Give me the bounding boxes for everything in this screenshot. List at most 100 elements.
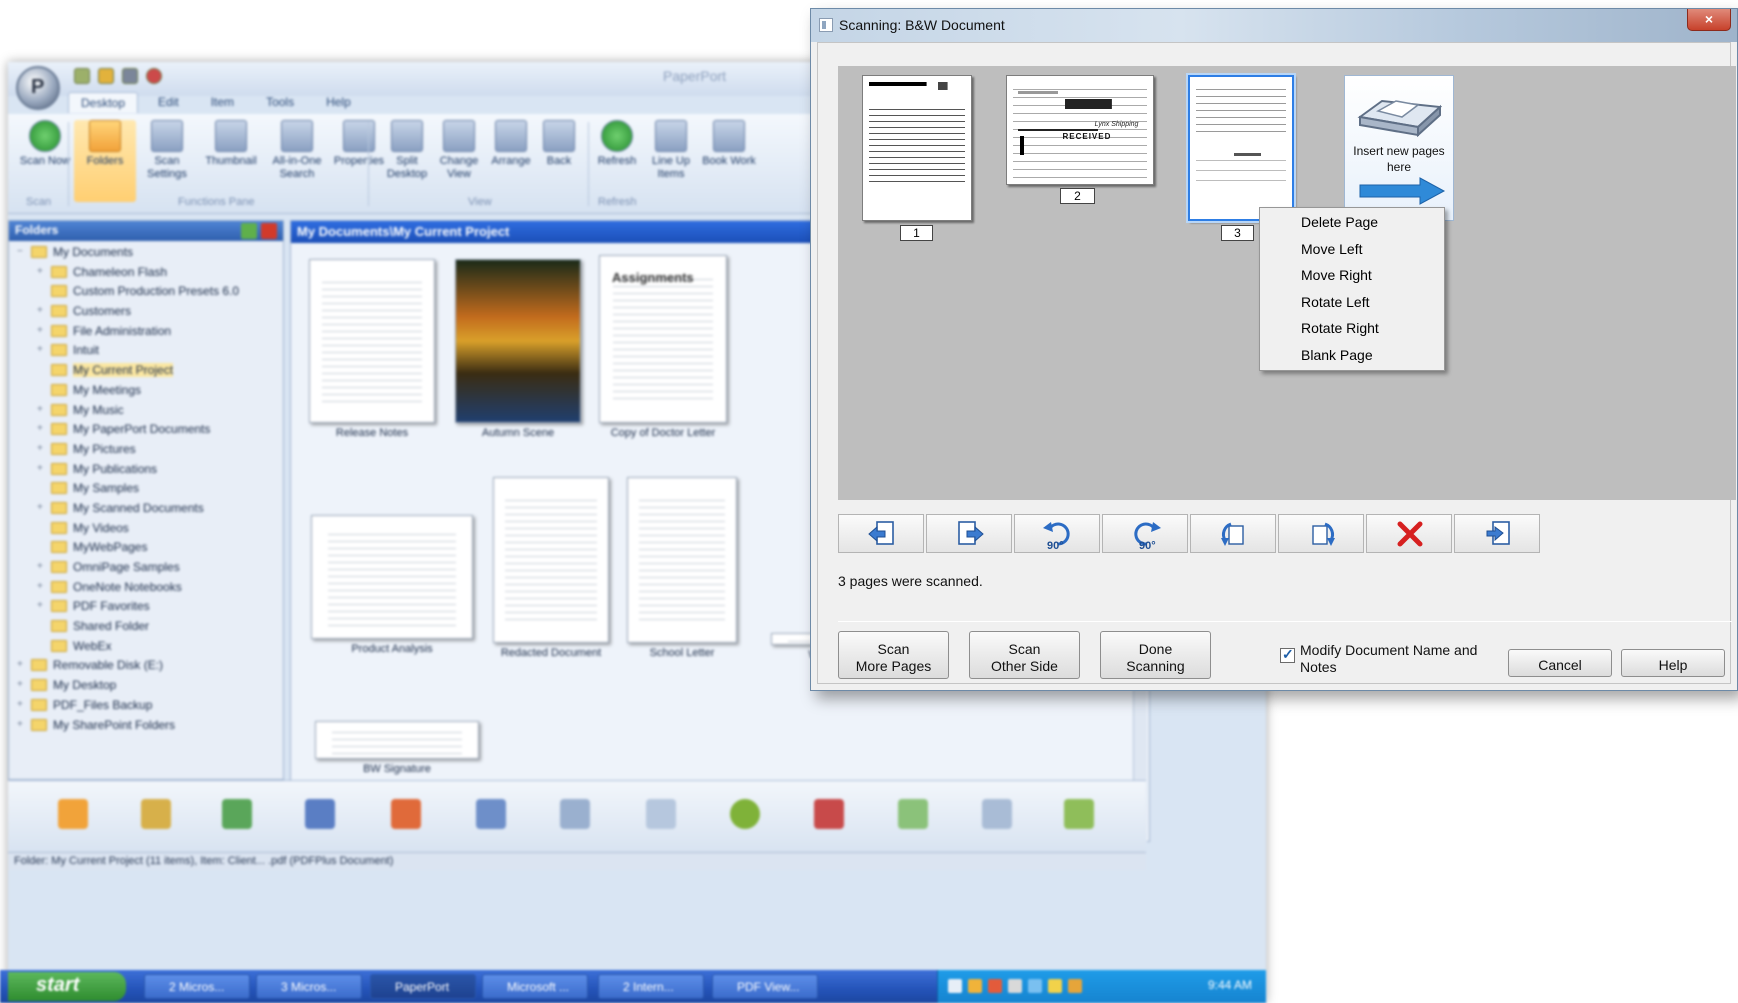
insert-new-pages-target[interactable]: Insert new pages here [1344, 75, 1454, 221]
expand-icon[interactable]: + [37, 561, 43, 572]
green-app-icon[interactable] [730, 799, 760, 829]
folder-tree-item[interactable]: + PDF Favorites [9, 597, 283, 617]
folder-icon[interactable] [98, 68, 114, 84]
expand-icon[interactable]: + [17, 679, 23, 690]
thumbnail-caption[interactable]: Copy of Doctor Letter [579, 427, 747, 439]
expand-icon[interactable]: + [37, 600, 43, 611]
folder-tree-item[interactable]: + OmniPage Samples [9, 558, 283, 578]
excel-icon[interactable] [222, 799, 252, 829]
ribbon-tab-tools[interactable]: Tools [254, 92, 306, 113]
folder-tree-item[interactable]: + File Administration [9, 322, 283, 342]
search-icon[interactable] [982, 799, 1012, 829]
start-button[interactable]: start [8, 972, 126, 1001]
scanned-page-1[interactable] [862, 75, 972, 221]
delete-page-button[interactable] [1366, 514, 1452, 553]
ribbon-button-book-work[interactable]: Book Work [698, 120, 760, 168]
document-thumbnail[interactable] [315, 721, 479, 759]
expand-icon[interactable]: + [37, 502, 43, 513]
folder-tree-item[interactable]: + My Desktop [9, 676, 283, 696]
clock[interactable]: 9:44 AM [1208, 978, 1252, 992]
folder-tree-item[interactable]: + My Music [9, 401, 283, 421]
ribbon-button-folders[interactable]: Folders [74, 120, 136, 202]
ribbon-tab-desktop[interactable]: Desktop [68, 92, 139, 113]
modify-document-label[interactable]: Modify Document Name and Notes [1300, 642, 1500, 676]
expand-icon[interactable]: + [37, 404, 43, 415]
move-page-left-button[interactable] [838, 514, 924, 553]
network-icon[interactable] [948, 979, 962, 993]
taskbar-item[interactable]: PaperPort [370, 974, 476, 999]
tray-app-icon[interactable] [968, 979, 982, 993]
modify-document-checkbox[interactable]: ✓ [1280, 646, 1295, 663]
folder-tree-item[interactable]: MyWebPages [9, 538, 283, 558]
ribbon-button-thumbnail[interactable]: Thumbnail [200, 120, 262, 168]
document-thumbnail[interactable]: Assignments [599, 255, 727, 423]
ribbon-tab-help[interactable]: Help [314, 92, 363, 113]
collapse-icon[interactable]: − [17, 246, 23, 257]
folder-tree-item[interactable]: My Meetings [9, 381, 283, 401]
pin-icon[interactable] [241, 223, 257, 239]
ribbon-tab-item[interactable]: Item [199, 92, 246, 113]
rotate-right-90-button[interactable]: 90° [1102, 514, 1188, 553]
thumbnail-caption[interactable]: Product Analysis [291, 643, 493, 655]
expand-icon[interactable]: + [37, 266, 43, 277]
tray-app-icon[interactable] [988, 979, 1002, 993]
folder-tree-item[interactable]: My Current Project [9, 361, 283, 381]
thumbnail-caption[interactable]: Redacted Document [473, 647, 629, 659]
folder-tree-item[interactable]: + My Scanned Documents [9, 499, 283, 519]
expand-icon[interactable]: + [17, 719, 23, 730]
folder-tree-item[interactable]: + OneNote Notebooks [9, 578, 283, 598]
thumbnail-caption[interactable]: Autumn Scene [435, 427, 601, 439]
print-icon[interactable] [122, 68, 138, 84]
ocr-icon[interactable] [646, 799, 676, 829]
document-thumbnail[interactable] [309, 259, 435, 423]
expand-icon[interactable]: + [17, 659, 23, 670]
thumbnail-caption[interactable]: BW Signature [295, 763, 499, 775]
ribbon-button-scan-now[interactable]: Scan Now [14, 120, 76, 168]
stop-icon[interactable] [146, 68, 162, 84]
document-thumbnail[interactable] [311, 515, 473, 639]
context-menu-item-move-right[interactable]: Move Right [1262, 263, 1442, 290]
tray-app-icon[interactable] [1048, 979, 1062, 993]
folder-tree-item[interactable]: WebEx [9, 637, 283, 657]
insert-page-button[interactable] [1454, 514, 1540, 553]
document-thumbnail[interactable] [493, 477, 609, 643]
expand-icon[interactable]: + [37, 325, 43, 336]
folder-tree-item[interactable]: + My SharePoint Folders [9, 716, 283, 736]
folder-tree-item[interactable]: + Intuit [9, 341, 283, 361]
tray-app-icon[interactable] [1068, 979, 1082, 993]
recycle-icon[interactable] [898, 799, 928, 829]
expand-icon[interactable]: + [37, 443, 43, 454]
move-page-right-button[interactable] [926, 514, 1012, 553]
folder-tree-item[interactable]: + My Publications [9, 460, 283, 480]
ribbon-button-all-in-one-search[interactable]: All-in-One Search [266, 120, 328, 181]
expand-icon[interactable]: + [17, 699, 23, 710]
expand-icon[interactable]: + [37, 463, 43, 474]
close-pane-icon[interactable] [261, 223, 277, 239]
ribbon-button-line-up-items[interactable]: Line Up Items [640, 120, 702, 181]
document-thumbnail[interactable] [627, 477, 737, 643]
expand-icon[interactable]: + [37, 305, 43, 316]
scanned-page-2[interactable]: RECEIVED Lynx Shipping [1006, 75, 1154, 185]
ribbon-button-refresh[interactable]: Refresh [586, 120, 648, 168]
scan-other-side-button[interactable]: Scan Other Side [969, 631, 1080, 679]
scanned-page-3[interactable] [1188, 75, 1294, 221]
printer-icon[interactable] [560, 799, 590, 829]
checkmark-icon[interactable] [1064, 799, 1094, 829]
expand-icon[interactable]: + [37, 423, 43, 434]
thumbnail-caption[interactable]: School Letter [607, 647, 757, 659]
taskbar-item[interactable]: Microsoft ... [482, 974, 588, 999]
folder-tree-item[interactable]: + Chameleon Flash [9, 263, 283, 283]
folder-tree-item[interactable]: + My PaperPort Documents [9, 420, 283, 440]
taskbar-item[interactable]: 3 Micros... [256, 974, 362, 999]
taskbar-item[interactable]: PDF View... [712, 974, 818, 999]
app-menu-orb[interactable]: P [16, 66, 60, 110]
folder-tree-item[interactable]: + PDF_Files Backup [9, 696, 283, 716]
folder-tree-item[interactable]: Shared Folder [9, 617, 283, 637]
cancel-button[interactable]: Cancel [1508, 649, 1612, 677]
pen-icon[interactable] [141, 799, 171, 829]
folder-tree-item[interactable]: + My Pictures [9, 440, 283, 460]
rotate-cw-button[interactable] [1278, 514, 1364, 553]
thumbnail-caption[interactable]: Release Notes [289, 427, 455, 439]
powerpoint-icon[interactable] [391, 799, 421, 829]
save-icon[interactable] [74, 68, 90, 84]
